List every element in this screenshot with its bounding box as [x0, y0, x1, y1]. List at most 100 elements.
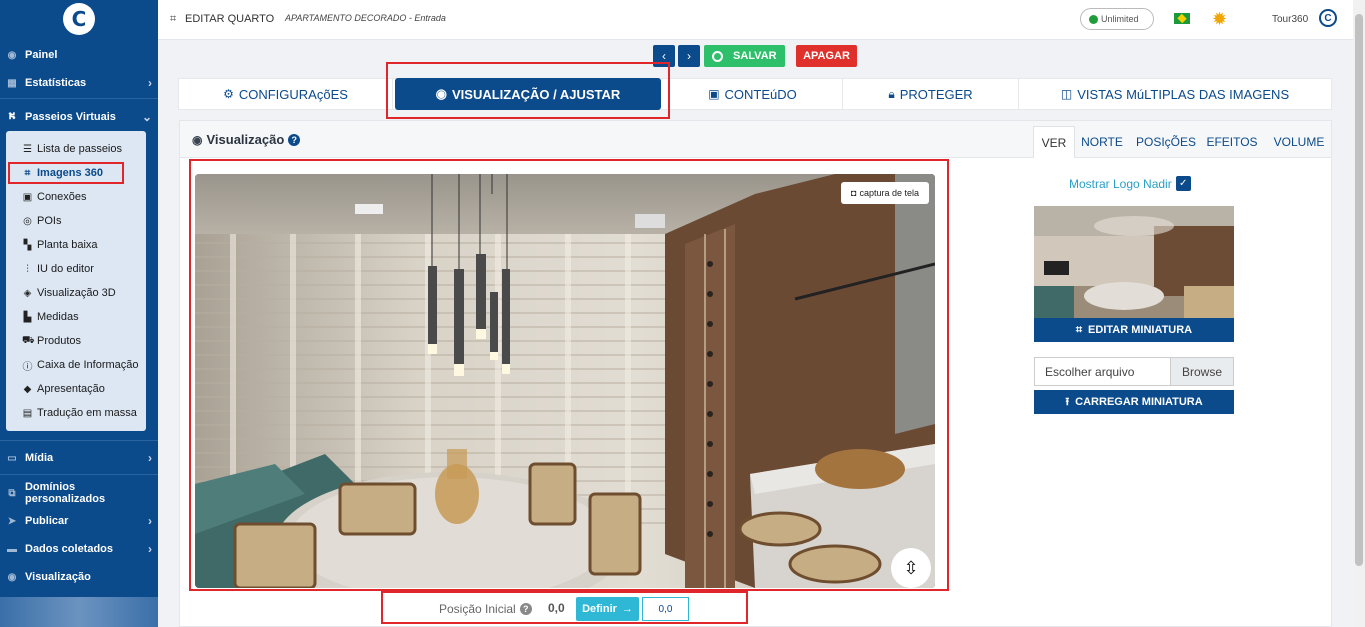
diamond-icon: ◆ — [23, 383, 32, 395]
chevron-right-icon: › — [148, 514, 152, 528]
blurred-footer — [0, 597, 158, 627]
route-icon: ⛕ — [8, 110, 16, 122]
sidebar-item-pois[interactable]: ◎ POIs — [6, 210, 146, 232]
sidebar: C ◉ Painel ▦ Estatísticas › ⛕ Passeios V… — [0, 0, 158, 627]
topbar: ⌗ EDITAR QUARTO APARTAMENTO DECORADO - E… — [158, 0, 1353, 40]
checkbox-checked-icon[interactable]: ✓ — [1175, 176, 1191, 191]
browse-button[interactable]: Browse — [1170, 358, 1233, 385]
app-logo[interactable]: C — [63, 3, 95, 35]
define-button[interactable]: Definir → — [576, 597, 639, 621]
sidebar-item-label: Dados coletados — [25, 543, 114, 555]
scrollbar[interactable] — [1353, 0, 1365, 627]
panel-title: ◉ Visualização ? — [192, 132, 301, 147]
active-highlight-box — [8, 162, 124, 184]
tab-ver[interactable]: VER — [1033, 126, 1075, 158]
sidebar-item-label: Apresentação — [37, 383, 105, 395]
sidebar-item-lista-de-passeios[interactable]: ☰ Lista de passeios — [6, 138, 146, 160]
send-icon: ➤ — [7, 515, 17, 527]
scrollbar-thumb[interactable] — [1355, 14, 1363, 566]
sidebar-item-caixa-de-informacao[interactable]: ⓘ Caixa de Informação — [6, 354, 146, 376]
sidebar-item-label: Visualização — [25, 571, 91, 583]
tab-posicoes[interactable]: POSIçÕES — [1135, 126, 1197, 158]
delete-button[interactable]: APAGAR — [796, 45, 857, 67]
tab-volume[interactable]: VOLUME — [1268, 126, 1330, 158]
sidebar-item-midia[interactable]: ▭ Mídia › — [0, 446, 158, 470]
images-icon: ▣ — [708, 87, 720, 101]
sidebar-item-planta-baixa[interactable]: ▚ Planta baixa — [6, 234, 146, 256]
sidebar-item-label: Domínios personalizados — [24, 481, 106, 505]
panorama-viewer[interactable]: ◘ captura de tela ⇳ — [195, 174, 935, 588]
sidebar-item-label: Visualização 3D — [37, 287, 116, 299]
thumbnail-image — [1034, 206, 1234, 318]
sidebar-item-traducao-em-massa[interactable]: ▤ Tradução em massa — [6, 402, 146, 424]
sidebar-item-label: Tradução em massa — [37, 407, 137, 419]
save-button[interactable]: SALVAR — [704, 45, 785, 67]
file-input[interactable]: Escolher arquivo — [1035, 358, 1170, 385]
help-icon[interactable]: ? — [288, 133, 301, 146]
monitor-icon: ▭ — [7, 452, 17, 464]
compass-icon[interactable]: ⇳ — [891, 548, 931, 588]
sidebar-item-conexoes[interactable]: ▣ Conexões — [6, 186, 146, 208]
initial-position-label: Posição Inicial ? — [439, 602, 532, 616]
sidebar-item-produtos[interactable]: ⛟ Produtos — [6, 330, 146, 352]
save-label: SALVAR — [733, 50, 777, 62]
sidebar-item-label: Mídia — [25, 452, 54, 464]
tab-norte[interactable]: NORTE — [1077, 126, 1127, 158]
image-icon: ▣ — [22, 191, 33, 203]
sidebar-item-estatisticas[interactable]: ▦ Estatísticas › — [0, 71, 158, 95]
tab-conteudo[interactable]: ▣ CONTEúDO — [663, 79, 843, 109]
user-name[interactable]: Tour360 — [1272, 14, 1308, 25]
chevron-right-icon: › — [148, 76, 152, 90]
sun-icon[interactable]: ✹ — [1212, 9, 1227, 30]
sidebar-item-label: Planta baixa — [37, 239, 98, 251]
help-icon[interactable]: ? — [519, 603, 532, 615]
upload-icon: ⭱ — [1065, 395, 1070, 408]
screenshot-button[interactable]: ◘ captura de tela — [841, 182, 929, 204]
chevron-right-icon: › — [148, 542, 152, 556]
divider — [0, 440, 158, 441]
sidebar-item-painel[interactable]: ◉ Painel — [0, 43, 158, 67]
tab-vistas-multiplas[interactable]: ◫ VISTAS MúLTIPLAS DAS IMAGENS — [1019, 79, 1331, 109]
thumbnail-picture — [1034, 206, 1234, 318]
database-icon: ▬ — [7, 543, 17, 555]
crop-icon: ⌗ — [1075, 323, 1083, 336]
edit-thumbnail-button[interactable]: ⌗ EDITAR MINIATURA — [1034, 318, 1234, 342]
upload-thumbnail-button[interactable]: ⭱ CARREGAR MINIATURA — [1034, 390, 1234, 414]
tab-efeitos[interactable]: EFEITOS — [1204, 126, 1260, 158]
tab-proteger[interactable]: 🔒︎ PROTEGER — [843, 79, 1019, 109]
sidebar-item-visualizacao[interactable]: ◉ Visualização — [0, 565, 158, 589]
sidebar-item-visualizacao-3d[interactable]: ◈ Visualização 3D — [6, 282, 146, 304]
sidebar-item-apresentacao[interactable]: ◆ Apresentação — [6, 378, 146, 400]
tab-configuracoes[interactable]: ⚙ CONFIGURAçõES — [179, 79, 393, 109]
edit-thumbnail-label: EDITAR MINIATURA — [1088, 324, 1193, 336]
divider — [0, 98, 158, 99]
sidebar-item-iu-do-editor[interactable]: ⫶ IU do editor — [6, 258, 146, 280]
info-icon: ⓘ — [22, 361, 33, 373]
chevron-left-icon: ‹ — [662, 49, 666, 63]
panel-title-label: Visualização — [206, 132, 285, 147]
sidebar-item-label: Passeios Virtuais — [25, 111, 116, 123]
sidebar-item-dominios[interactable]: ⧉ Domínios personalizados — [0, 481, 158, 505]
chart-icon: ▦ — [7, 77, 17, 89]
map-icon: ▚ — [23, 239, 32, 251]
page-subtitle: APARTAMENTO DECORADO - Entrada — [285, 13, 446, 23]
sidebar-item-label: POIs — [37, 215, 62, 227]
brazil-flag-icon[interactable] — [1174, 13, 1190, 24]
define-label: Definir — [582, 603, 617, 615]
user-avatar[interactable]: C — [1319, 9, 1337, 27]
upload-thumbnail-label: CARREGAR MINIATURA — [1075, 396, 1203, 408]
file-chooser[interactable]: Escolher arquivo Browse — [1034, 357, 1234, 386]
plan-label: Unlimited — [1101, 14, 1139, 24]
logo-nadir-toggle[interactable]: Mostrar Logo Nadir ✓ — [1069, 176, 1191, 191]
sidebar-item-passeios-virtuais[interactable]: ⛕ Passeios Virtuais ⌄ — [0, 105, 158, 129]
position-input[interactable]: 0,0 — [642, 597, 689, 621]
ruler-icon: ▙ — [23, 311, 32, 323]
sidebar-item-dados-coletados[interactable]: ▬ Dados coletados › — [0, 537, 158, 561]
sidebar-item-medidas[interactable]: ▙ Medidas — [6, 306, 146, 328]
sidebar-item-publicar[interactable]: ➤ Publicar › — [0, 509, 158, 533]
gears-icon: ⚙ — [223, 87, 234, 101]
next-button[interactable]: › — [678, 45, 700, 67]
dashboard-icon: ◉ — [7, 49, 17, 61]
list-icon: ☰ — [23, 143, 32, 155]
sliders-icon: ⫶ — [26, 263, 29, 275]
